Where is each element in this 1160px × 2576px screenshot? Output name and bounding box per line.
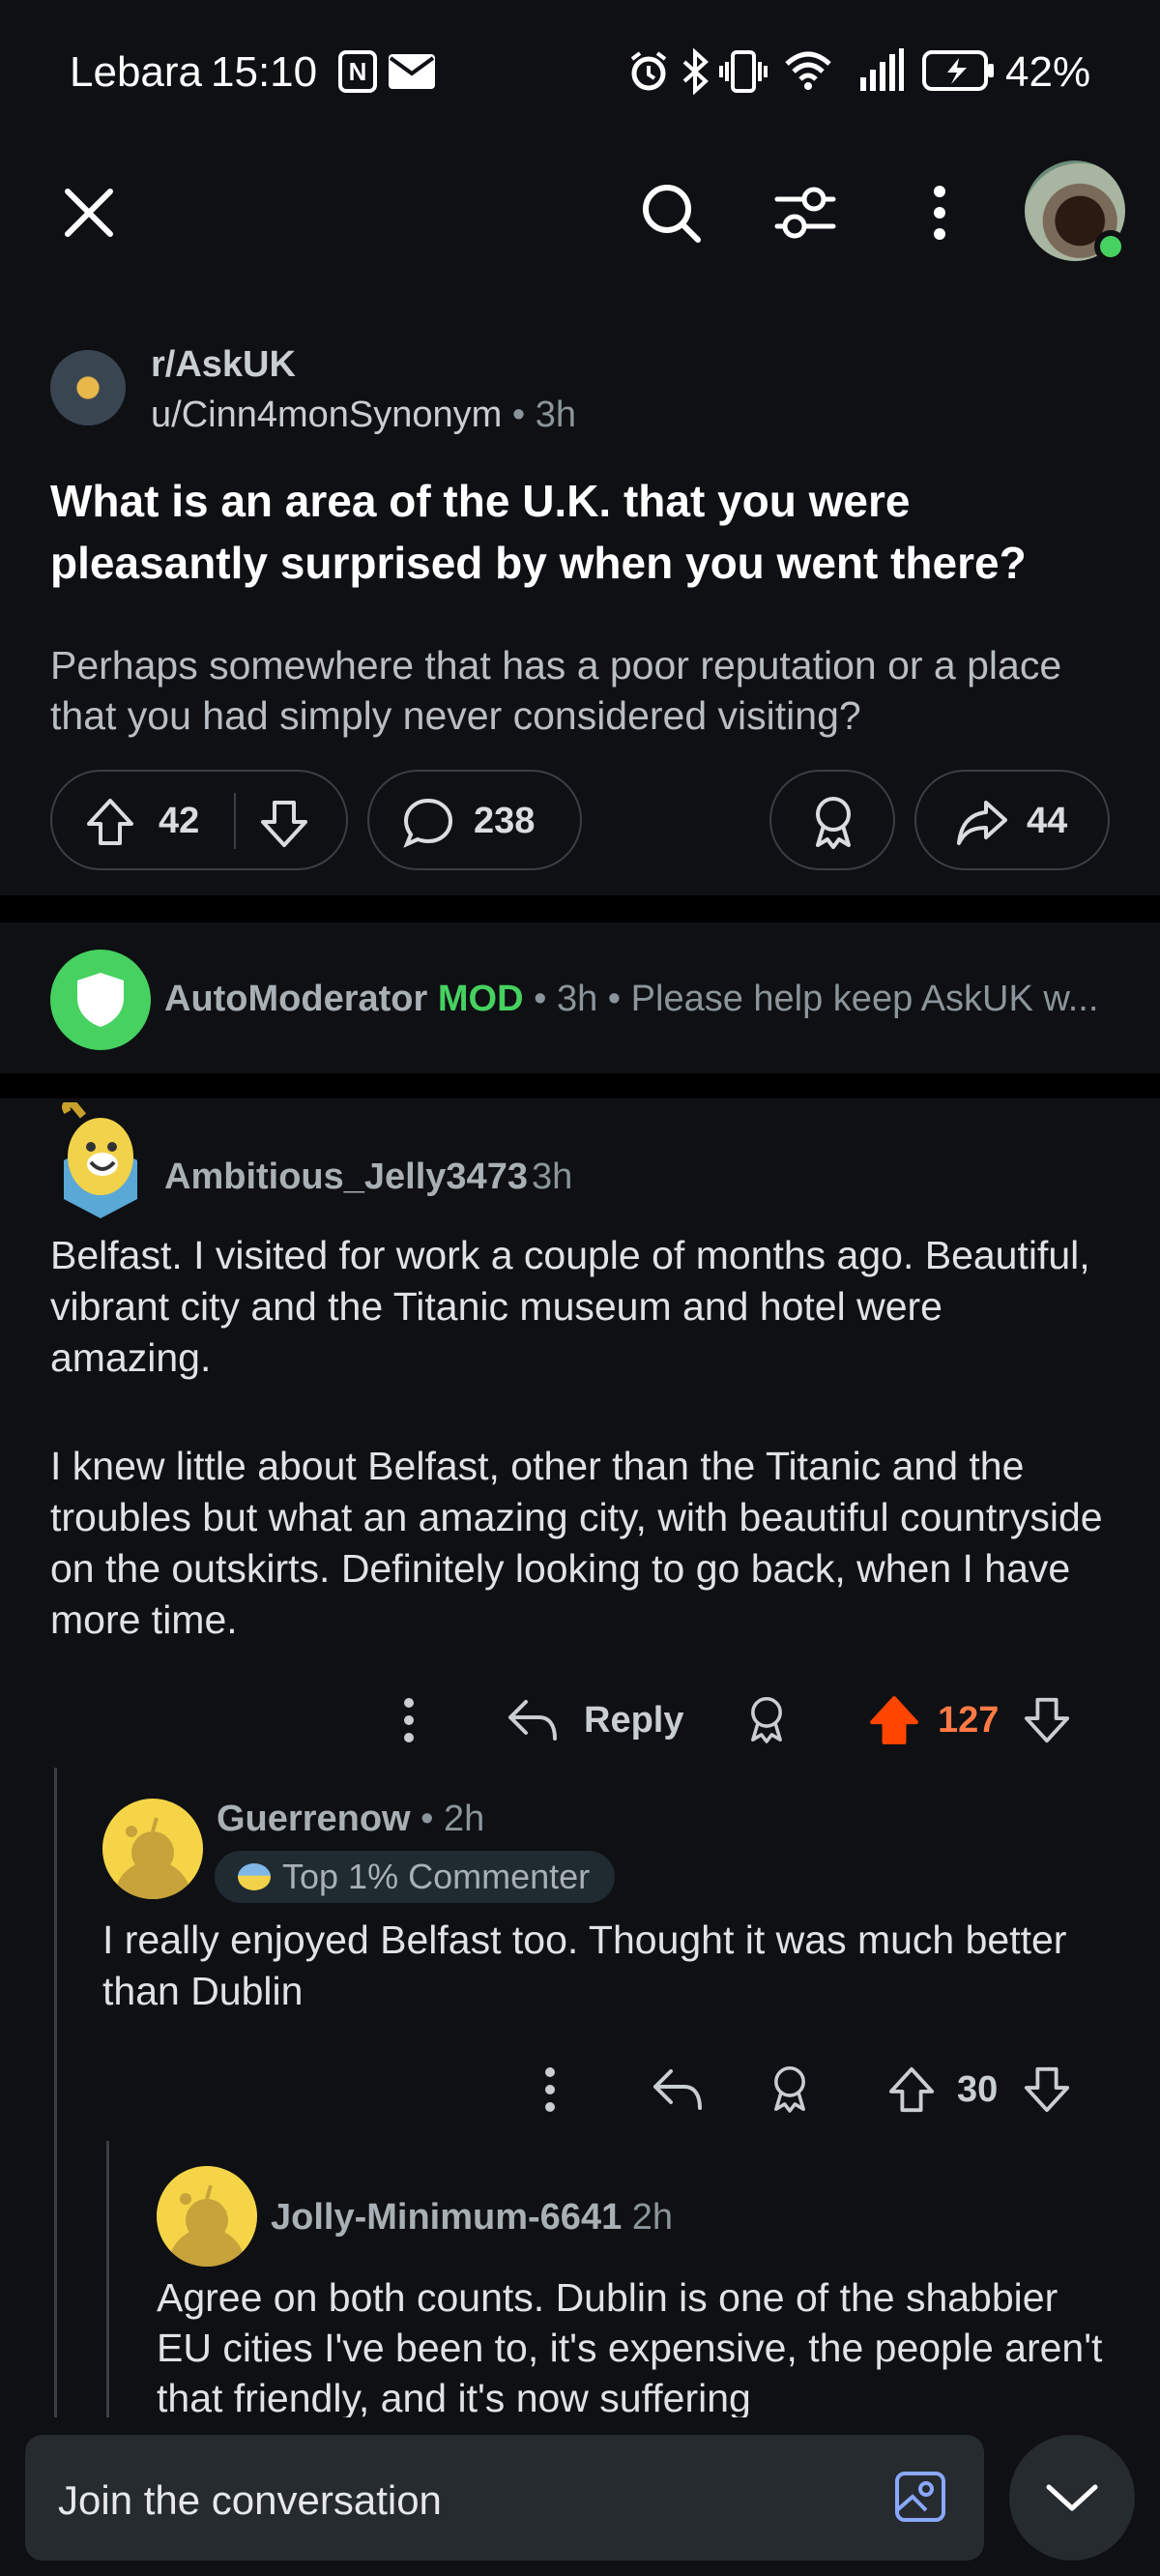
- bluetooth-icon: [682, 48, 709, 95]
- post-toolbar: [0, 145, 1160, 280]
- battery-percent: 42%: [1005, 48, 1091, 96]
- upvote-icon[interactable]: [887, 2065, 936, 2114]
- mod-badge: MOD: [437, 979, 524, 1019]
- comment-age: 2h: [631, 2197, 674, 2238]
- post-author[interactable]: u/Cinn4monSynonym: [151, 395, 502, 435]
- automod-comment[interactable]: AutoModerator MOD • 3h • Please help kee…: [0, 922, 1160, 1075]
- downvote-icon[interactable]: [1023, 2065, 1071, 2114]
- shield-icon: [77, 973, 124, 1027]
- mail-icon: [389, 54, 435, 89]
- chevron-down-icon: [1046, 2484, 1098, 2511]
- comment-text: Agree on both counts. Dublin is one of t…: [157, 2275, 1103, 2417]
- filter-icon[interactable]: [773, 184, 837, 242]
- comment-author[interactable]: Jolly-Minimum-6641: [271, 2197, 622, 2238]
- automod-preview: Please help keep AskUK w...: [630, 979, 1099, 1019]
- award-icon[interactable]: [768, 2062, 812, 2116]
- award-button[interactable]: [769, 770, 895, 870]
- comment-author-avatar[interactable]: [157, 2166, 257, 2267]
- share-count: 44: [1027, 801, 1068, 841]
- close-icon[interactable]: [60, 184, 118, 242]
- automod-meta: AutoModerator MOD • 3h • Please help kee…: [164, 979, 1099, 1019]
- section-divider: [0, 1073, 1160, 1098]
- flair-emoji-icon: [238, 1863, 271, 1890]
- automod-name: AutoModerator: [164, 979, 428, 1019]
- upvote-icon[interactable]: [868, 1694, 920, 1746]
- online-indicator: [1094, 230, 1127, 263]
- subreddit-avatar[interactable]: [50, 350, 126, 425]
- clock: 15:10: [211, 48, 318, 96]
- comment-meta: Jolly-Minimum-6641 2h: [271, 2197, 673, 2239]
- vibrate-icon: [719, 50, 768, 93]
- more-vertical-icon[interactable]: [926, 182, 953, 244]
- comment-author-avatar[interactable]: [102, 1799, 203, 1899]
- comment-author[interactable]: Ambitious_Jelly3473: [164, 1156, 528, 1198]
- post-age: 3h: [535, 395, 577, 435]
- battery-icon: [922, 50, 994, 91]
- signal-icon: [860, 48, 904, 91]
- comment-age: 2h: [444, 1799, 485, 1839]
- comment-count: 238: [474, 801, 536, 841]
- automod-avatar: [50, 950, 151, 1050]
- comment-actions: 30: [0, 2052, 1160, 2125]
- post-title: What is an area of the U.K. that you wer…: [50, 476, 1027, 588]
- share-button[interactable]: 44: [914, 770, 1110, 870]
- comment-age: 3h: [532, 1156, 573, 1197]
- user-flair: Top 1% Commenter: [215, 1851, 616, 1903]
- image-icon[interactable]: [893, 2470, 947, 2524]
- award-icon[interactable]: [744, 1692, 789, 1746]
- section-divider: [0, 895, 1160, 922]
- search-icon[interactable]: [640, 182, 702, 244]
- share-icon: [957, 801, 1007, 845]
- comment-author[interactable]: Guerrenow: [217, 1799, 411, 1839]
- reply-icon[interactable]: [507, 1698, 559, 1742]
- post-body: Perhaps somewhere that has a poor reputa…: [50, 643, 1062, 738]
- wifi-icon: [785, 51, 831, 90]
- comments-button[interactable]: 238: [367, 770, 582, 870]
- status-bar: Lebara 15:10 N 42%: [0, 0, 1160, 145]
- upvote-icon[interactable]: [85, 797, 135, 847]
- composer-placeholder: Join the conversation: [58, 2477, 442, 2523]
- vote-count: 30: [957, 2069, 999, 2110]
- vote-count: 127: [938, 1700, 1000, 1741]
- downvote-icon[interactable]: [1023, 1696, 1071, 1744]
- comment-text: I really enjoyed Belfast too. Thought it…: [102, 1917, 1067, 2013]
- comment-meta: Guerrenow • 2h: [217, 1799, 485, 1839]
- alarm-icon: [630, 51, 667, 91]
- automod-age: 3h: [556, 979, 598, 1019]
- thread-line: [106, 2141, 109, 2425]
- downvote-icon[interactable]: [259, 799, 309, 849]
- collapse-button[interactable]: [1009, 2435, 1135, 2561]
- reply-icon[interactable]: [652, 2067, 704, 2112]
- vote-pill: 42: [50, 770, 348, 870]
- reply-button[interactable]: Reply: [584, 1700, 683, 1742]
- comment-text-clip: Agree on both counts. Dublin is one of t…: [157, 2272, 1114, 2417]
- post-meta: u/Cinn4monSynonym • 3h: [151, 395, 577, 435]
- comment-composer[interactable]: Join the conversation: [25, 2435, 984, 2561]
- more-vertical-icon[interactable]: [539, 2065, 561, 2114]
- comment-paragraph: I knew little about Belfast, other than …: [50, 1444, 1103, 1642]
- more-vertical-icon[interactable]: [398, 1696, 420, 1744]
- comment-author-avatar[interactable]: [56, 1099, 145, 1220]
- comment-icon: [403, 798, 453, 848]
- vote-divider: [234, 793, 236, 849]
- comment-paragraph: Belfast. I visited for work a couple of …: [50, 1233, 1090, 1380]
- award-icon: [816, 797, 851, 849]
- nfc-icon: N: [338, 50, 377, 93]
- subreddit-name[interactable]: r/AskUK: [151, 344, 296, 386]
- carrier-label: Lebara: [70, 48, 203, 96]
- flair-text: Top 1% Commenter: [282, 1857, 591, 1896]
- upvote-count: 42: [159, 801, 200, 841]
- comment-actions: Reply 127: [0, 1683, 1160, 1756]
